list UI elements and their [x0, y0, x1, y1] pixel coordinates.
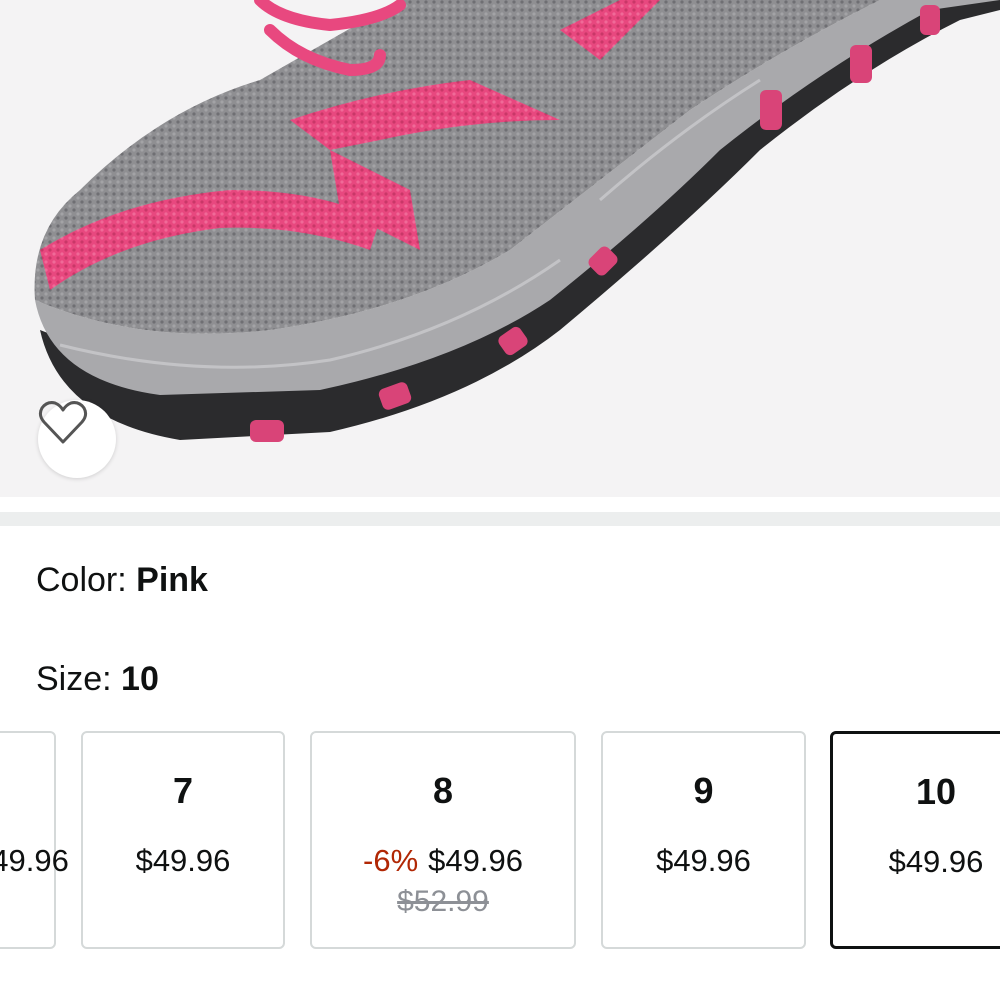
section-divider — [0, 512, 1000, 526]
product-image[interactable] — [0, 0, 1000, 497]
swatch-price: $49.96 — [428, 843, 523, 878]
color-value: Pink — [136, 561, 208, 599]
swatch-price: $49.96 — [656, 843, 751, 878]
swatch-size-label: 9 — [693, 770, 714, 811]
swatch-price-line: $49.96 — [83, 843, 283, 879]
discount-badge: -6% — [363, 843, 419, 878]
swatch-size-label: 8 — [432, 770, 454, 811]
swatch-price-line: $49.96 — [603, 843, 804, 879]
size-label: Size: — [36, 660, 122, 698]
size-swatch-8[interactable]: 8 -6% $49.96 $52.99 — [310, 731, 576, 949]
size-swatch-list: $49.96 7 $49.96 8 -6% $49.96 $52.99 9 $49… — [0, 731, 1000, 953]
swatch-price-line: $49.96 — [833, 844, 1000, 880]
swatch-size-label: 10 — [915, 771, 957, 812]
swatch-price-line: -6% $49.96 — [312, 843, 574, 879]
heart-outline-icon — [38, 401, 88, 444]
size-swatch-10[interactable]: 10 $49.96 — [830, 731, 1000, 949]
swatch-price: $49.96 — [135, 843, 231, 878]
size-attribute: Size: 10 — [36, 659, 159, 699]
swatch-price: $49.96 — [0, 843, 69, 878]
swatch-price: $49.96 — [888, 844, 984, 879]
size-value: 10 — [121, 660, 159, 698]
color-label: Color: — [36, 561, 137, 599]
shoe-illustration — [34, 0, 1000, 442]
size-swatch-9[interactable]: 9 $49.96 — [601, 731, 806, 949]
wishlist-button[interactable] — [38, 400, 116, 478]
swatch-size-label: 7 — [172, 770, 194, 811]
size-swatch-partial[interactable]: $49.96 — [0, 731, 69, 949]
list-price: $52.99 — [397, 885, 489, 918]
size-swatch-7[interactable]: 7 $49.96 — [81, 731, 285, 949]
color-attribute: Color: Pink — [36, 560, 208, 600]
